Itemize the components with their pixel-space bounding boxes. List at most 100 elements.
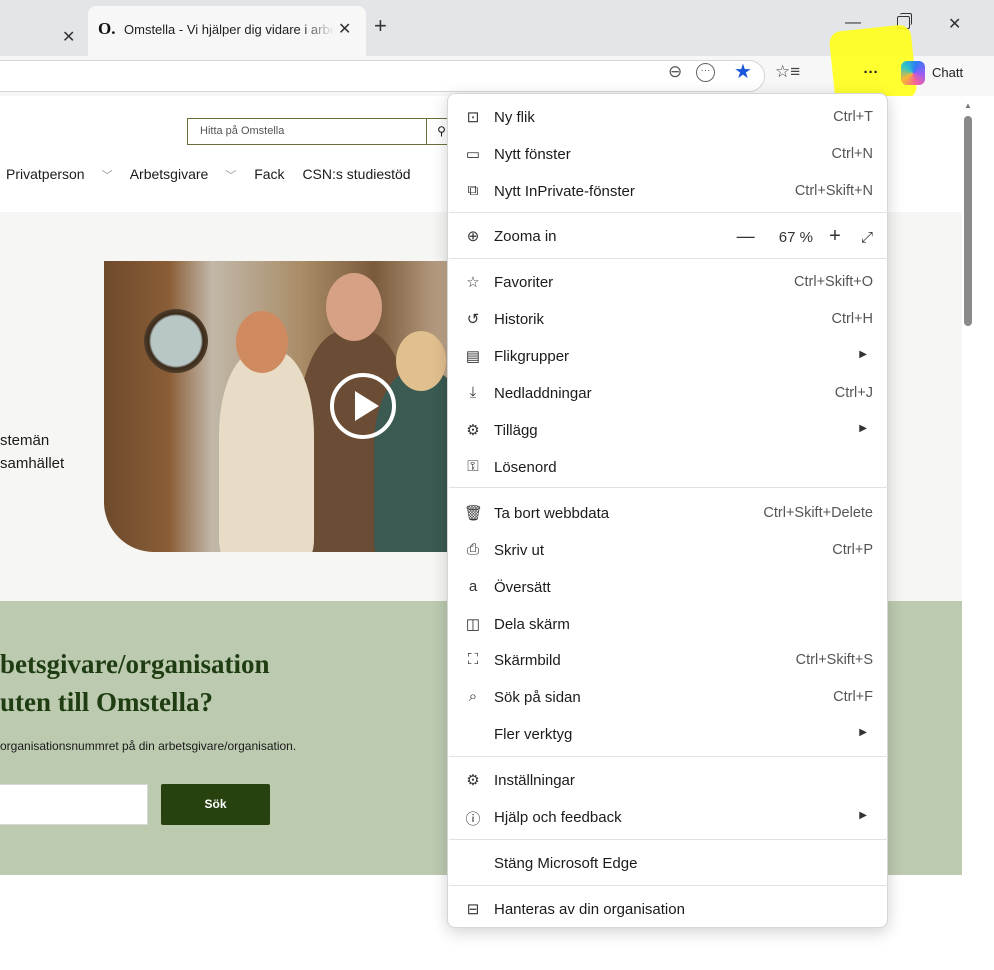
menu-item-help[interactable]: ⓘ Hjälp och feedback ▶: [448, 799, 887, 835]
close-window-icon[interactable]: ✕: [948, 14, 961, 34]
settings-icon: ⚙: [466, 772, 480, 789]
screenshot-icon: ⛶: [467, 651, 479, 668]
favorites-icon: ☆: [466, 274, 480, 291]
shortcut: Ctrl+Skift+N: [794, 183, 873, 199]
org-number-input[interactable]: [0, 784, 148, 825]
menu-item-settings[interactable]: ⚙ Inställningar: [448, 762, 887, 798]
chevron-right-icon: ▶: [859, 423, 867, 434]
fullscreen-icon[interactable]: ⤢: [861, 229, 873, 246]
menu-item-downloads[interactable]: ⤓ Nedladdningar Ctrl+J: [448, 375, 887, 411]
close-icon[interactable]: ✕: [338, 19, 351, 39]
menu-item-label: Tillägg: [494, 422, 538, 439]
menu-item-label: Ta bort webbdata: [494, 505, 610, 522]
section-heading: uten till Omstella?: [0, 687, 213, 717]
favorites-icon[interactable]: ☆≡: [775, 62, 800, 82]
divider: [449, 212, 888, 213]
menu-item-managed-by-org[interactable]: ⊟ Hanteras av din organisation: [448, 891, 887, 927]
tab-active[interactable]: O. Omstella - Vi hjälper dig vidare i ar…: [88, 6, 366, 56]
copilot-icon[interactable]: [901, 61, 925, 85]
nav-privatperson[interactable]: Privatperson: [6, 166, 85, 182]
scroll-thumb[interactable]: [964, 116, 972, 326]
menu-item-label: Inställningar: [494, 772, 575, 789]
menu-item-history[interactable]: ↺ Historik Ctrl+H: [448, 301, 887, 337]
menu-item-new-window[interactable]: ▭ Nytt fönster Ctrl+N: [448, 136, 887, 172]
divider: [449, 258, 888, 259]
zoom-controls: — 67 % + ⤢: [737, 225, 873, 248]
new-tab-icon: ⊡: [466, 109, 480, 126]
divider: [449, 885, 888, 886]
close-icon[interactable]: ✕: [62, 27, 75, 47]
menu-item-screenshot[interactable]: ⛶ Skärmbild Ctrl+Skift+S: [448, 642, 887, 678]
extensions-icon: ⚙: [466, 422, 480, 439]
window-porthole: [144, 309, 208, 373]
favicon: O.: [98, 19, 116, 38]
translate-icon: a: [468, 578, 478, 595]
more-options-icon[interactable]: ···: [696, 63, 715, 82]
nav-csn[interactable]: CSN:s studiestöd: [302, 166, 410, 182]
menu-item-print[interactable]: ⎙ Skriv ut Ctrl+P: [448, 532, 887, 568]
zoom-out-icon[interactable]: ⊖: [668, 62, 682, 82]
zoom-in-button[interactable]: +: [829, 225, 841, 248]
new-tab-button[interactable]: +: [374, 13, 387, 39]
menu-item-find-on-page[interactable]: ⌕ Sök på sidan Ctrl+F: [448, 679, 887, 715]
person-head: [326, 273, 382, 341]
menu-item-label: Fler verktyg: [494, 726, 573, 743]
shortcut: Ctrl+P: [832, 542, 873, 558]
chevron-right-icon: ▶: [859, 349, 867, 360]
menu-item-favorites[interactable]: ☆ Favoriter Ctrl+Skift+O: [448, 264, 887, 300]
key-icon: ⚿: [467, 458, 479, 475]
nav-arbetsgivare[interactable]: Arbetsgivare: [130, 166, 209, 182]
history-icon: ↺: [466, 311, 480, 328]
tab-previous[interactable]: ✕: [0, 10, 88, 48]
section-text: organisationsnummret på din arbetsgivare…: [0, 739, 297, 753]
menu-item-split-screen[interactable]: ◫ Dela skärm: [448, 606, 887, 642]
hero-video[interactable]: [104, 261, 464, 552]
menu-item-label: Zooma in: [494, 228, 557, 245]
settings-more-button[interactable]: ···: [855, 60, 887, 88]
download-icon: ⤓: [469, 384, 477, 401]
menu-item-clear-browsing-data[interactable]: 🗑 Ta bort webbdata Ctrl+Skift+Delete: [448, 495, 887, 531]
shortcut: Ctrl+N: [831, 146, 874, 162]
nav-fack[interactable]: Fack: [254, 166, 284, 182]
zoom-out-button[interactable]: —: [737, 226, 755, 247]
menu-item-close-edge[interactable]: Stäng Microsoft Edge: [448, 845, 887, 881]
address-bar[interactable]: [0, 60, 765, 92]
menu-item-extensions[interactable]: ⚙ Tillägg ▶: [448, 412, 887, 448]
favorite-star-icon[interactable]: ★: [734, 59, 752, 84]
settings-menu: ⊡ Ny flik Ctrl+T ▭ Nytt fönster Ctrl+N ⧉…: [447, 93, 888, 928]
divider: [449, 756, 888, 757]
scroll-up-icon[interactable]: ▲: [964, 101, 972, 110]
window-icon: ▭: [465, 146, 481, 163]
site-search-input[interactable]: Hitta på Omstella: [187, 118, 427, 145]
menu-item-translate[interactable]: a Översätt: [448, 569, 887, 605]
tab-title: Omstella - Vi hjälper dig vidare i arbet…: [124, 22, 334, 37]
divider: [449, 487, 888, 488]
find-icon: ⌕: [468, 688, 478, 705]
hero-line: samhället: [0, 455, 65, 472]
menu-item-more-tools[interactable]: Fler verktyg ▶: [448, 716, 887, 752]
menu-item-zoom: ⊕ Zooma in — 67 % + ⤢: [448, 218, 887, 254]
hero-line: stemän: [0, 432, 50, 449]
menu-item-new-tab[interactable]: ⊡ Ny flik Ctrl+T: [448, 99, 887, 135]
shortcut: Ctrl+Skift+O: [794, 274, 873, 290]
chat-label[interactable]: Chatt: [932, 65, 963, 80]
chevron-down-icon: ﹀: [225, 170, 237, 182]
menu-item-passwords[interactable]: ⚿ Lösenord: [448, 449, 887, 485]
divider: [449, 839, 888, 840]
person: [219, 351, 314, 552]
inprivate-icon: ⧉: [467, 182, 479, 199]
menu-item-tab-groups[interactable]: ▤ Flikgrupper ▶: [448, 338, 887, 374]
play-icon[interactable]: [330, 373, 396, 439]
menu-item-inprivate[interactable]: ⧉ Nytt InPrivate-fönster Ctrl+Skift+N: [448, 173, 887, 209]
help-icon: ⓘ: [465, 811, 481, 828]
menu-item-label: Stäng Microsoft Edge: [494, 855, 638, 872]
menu-item-label: Nedladdningar: [494, 385, 592, 402]
site-nav: Privatperson ﹀ Arbetsgivare ﹀ Fack CSN:s s…: [6, 166, 425, 183]
trash-icon: 🗑: [464, 505, 484, 522]
shortcut: Ctrl+T: [833, 109, 873, 125]
search-button[interactable]: Sök: [161, 784, 270, 825]
chevron-right-icon: ▶: [859, 727, 867, 738]
menu-item-label: Flikgrupper: [494, 348, 570, 365]
shortcut: Ctrl+Skift+S: [795, 652, 873, 668]
shortcut: Ctrl+Skift+Delete: [763, 505, 873, 521]
